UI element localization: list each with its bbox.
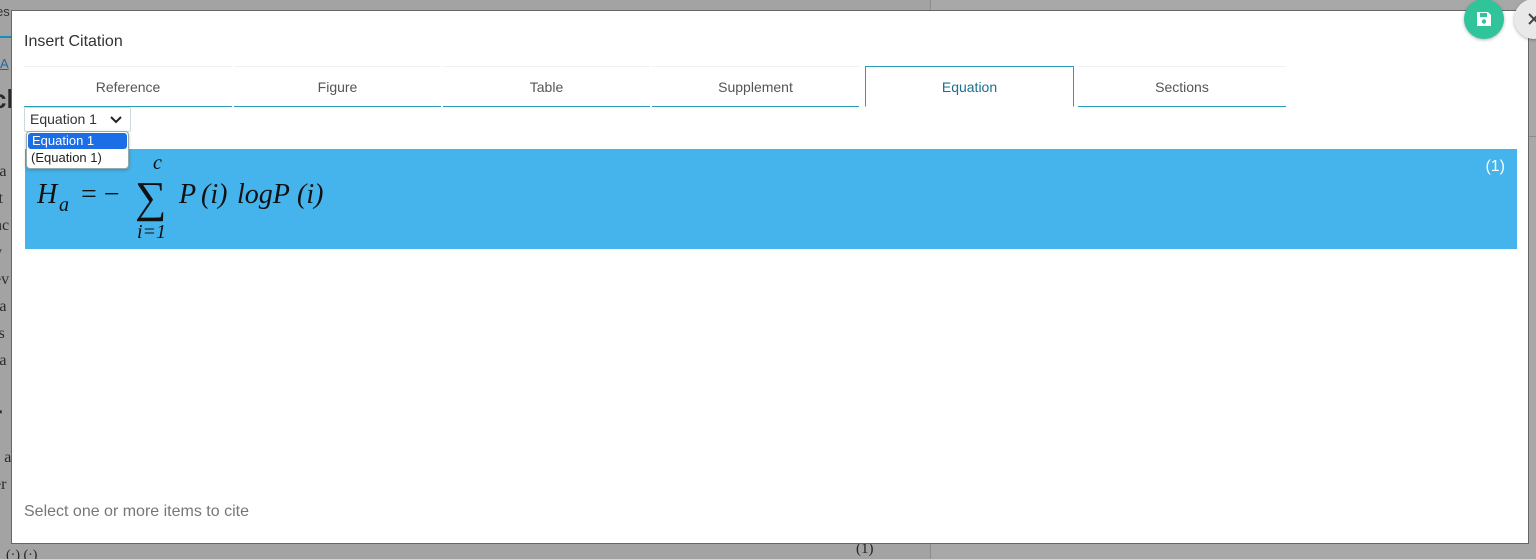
background-text-fragment: y (0, 244, 2, 262)
background-text-fragment: nc (0, 217, 10, 234)
tab-label: Sections (1155, 78, 1209, 95)
background-text-fragment: ts (0, 325, 5, 342)
summation-symbol: ∑ (135, 173, 166, 222)
insert-citation-dialog: Insert Citation Reference Figure Table S… (11, 0, 1536, 544)
equation-select[interactable]: Equation 1 (24, 107, 131, 132)
tab-equation[interactable]: Equation (865, 66, 1074, 107)
save-button[interactable] (1464, 0, 1504, 39)
equation-argument: (i) (201, 179, 227, 210)
equation-lhs-subscript: a (59, 194, 69, 216)
background-text-fragment: ra (0, 298, 7, 315)
background-link-fragment: A (0, 56, 9, 71)
chevron-down-icon (110, 116, 122, 124)
background-tab-underline (0, 36, 11, 38)
tab-supplement[interactable]: Supplement (652, 66, 859, 107)
equation-lhs: H (37, 179, 59, 210)
background-heading-fragment: ch (0, 84, 11, 115)
tab-sections[interactable]: Sections (1078, 66, 1286, 107)
floppy-disk-icon (1477, 12, 1491, 26)
background-article-edge: es A ch s ra it nc y ev ra ts ra r s a e… (0, 0, 11, 559)
background-text-fragment: ra (0, 163, 7, 180)
background-bottom-text: (·) (·) (6, 548, 38, 559)
dropdown-option[interactable]: (Equation 1) (27, 149, 128, 166)
close-button[interactable] (1514, 0, 1536, 39)
tab-label: Table (529, 78, 564, 95)
equation-sign: = − (81, 179, 120, 210)
cite-hint-text: Select one or more items to cite (24, 503, 249, 520)
equation-log-term: logP (237, 179, 290, 210)
background-tab-fragment: es (0, 4, 10, 19)
citation-type-tabs: Reference Figure Table Supplement Equati… (24, 66, 1286, 108)
background-text-fragment: ra (0, 352, 7, 369)
background-text-fragment: s a (0, 449, 11, 466)
background-heading-fragment: r (0, 400, 2, 431)
tab-label: Figure (317, 78, 358, 95)
equation-item[interactable]: H a = − c ∑ i=1 P (i) logP (i) (1) (25, 149, 1517, 249)
equation-term: P (178, 179, 196, 210)
sum-lower-limit: i=1 (137, 221, 166, 243)
close-icon (1528, 13, 1536, 25)
equation-argument: (i) (297, 179, 323, 210)
tab-label: Equation (941, 78, 998, 95)
background-text-fragment: ev (0, 271, 10, 288)
dialog-title: Insert Citation (24, 33, 123, 50)
dropdown-option[interactable]: Equation 1 (28, 133, 127, 149)
tab-label: Supplement (718, 78, 793, 95)
tab-label: Reference (95, 78, 161, 95)
equation-select-dropdown: Equation 1 (Equation 1) (26, 131, 129, 169)
tab-reference[interactable]: Reference (24, 66, 232, 107)
background-text-fragment: it (0, 190, 3, 207)
background-divider (1528, 136, 1536, 137)
sum-upper-limit: c (153, 152, 162, 174)
equation-number: (1) (1485, 158, 1505, 175)
background-text-fragment: er (0, 476, 7, 493)
tab-table[interactable]: Table (443, 66, 650, 107)
tab-figure[interactable]: Figure (234, 66, 441, 107)
equation-select-value: Equation 1 (30, 111, 97, 127)
